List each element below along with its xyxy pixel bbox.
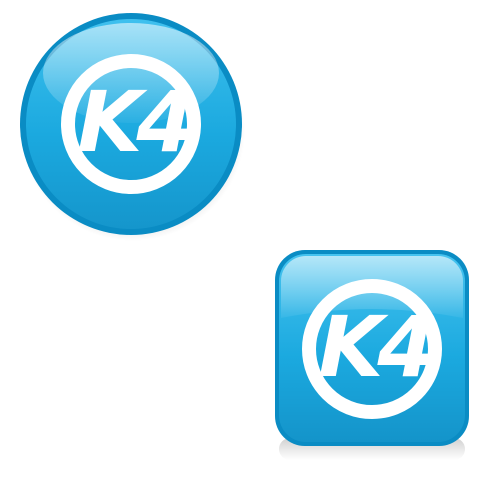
k4-round-icon[interactable]: K4 <box>19 11 247 243</box>
k4-square-icon[interactable]: K4 <box>273 248 471 462</box>
k4-logo-icon: K4 <box>302 279 442 419</box>
logo-text: K4 <box>77 73 190 171</box>
k4-logo-icon: K4 <box>61 54 201 194</box>
logo-text: K4 <box>318 298 431 396</box>
